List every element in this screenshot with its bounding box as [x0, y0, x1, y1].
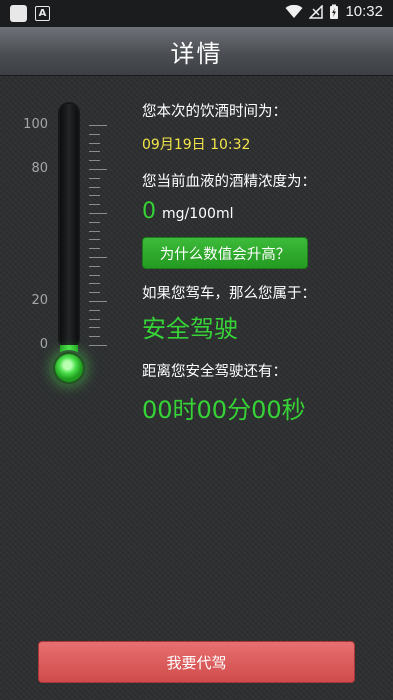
scale-tick — [89, 248, 100, 250]
scale-tick — [89, 274, 100, 276]
battery-charging-icon — [330, 4, 339, 19]
drink-time-value: 09月19日 10:32 — [142, 137, 251, 153]
scale-tick — [89, 133, 100, 135]
scale-tick — [89, 195, 100, 197]
scale-tick — [89, 186, 100, 188]
drink-time-label: 您本次的饮酒时间为： — [142, 104, 287, 120]
keyboard-notification-icon: A — [35, 6, 50, 21]
scale-tick — [89, 327, 100, 329]
wifi-icon — [285, 4, 303, 18]
why-increase-button[interactable]: 为什么数值会升高？ — [142, 237, 308, 269]
scale-tick — [89, 309, 100, 311]
title-bar: 详情 — [0, 27, 393, 76]
scale-tick — [89, 177, 100, 179]
scale-tick — [89, 160, 100, 162]
alcohol-thermometer: 100 80 20 0 — [0, 95, 130, 395]
page-title: 详情 — [170, 39, 223, 68]
driving-status: 安全驾驶 — [142, 315, 238, 343]
scale-tick — [89, 125, 107, 126]
scale-tick — [89, 151, 100, 153]
thermometer-bulb — [55, 354, 83, 382]
scale-tick — [89, 221, 100, 223]
scale-label-0: 0 — [39, 337, 48, 352]
scale-tick — [89, 318, 100, 320]
concentration-unit: mg/100ml — [162, 206, 234, 222]
designated-driver-button[interactable]: 我要代驾 — [38, 641, 355, 683]
scale-tick — [89, 230, 100, 232]
scale-tick — [89, 301, 107, 302]
status-bar: A 10:32 — [0, 0, 393, 27]
concentration-label: 您当前血液的酒精浓度为： — [142, 174, 316, 190]
scale-label-20: 20 — [31, 293, 48, 308]
countdown-value: 00时00分00秒 — [142, 396, 306, 424]
concentration-row: 0 mg/100ml — [142, 199, 234, 224]
scale-tick — [89, 336, 100, 338]
status-time: 10:32 — [345, 3, 383, 20]
scale-tick — [89, 265, 100, 267]
scale-tick — [89, 345, 107, 346]
scale-tick — [89, 204, 100, 206]
scale-tick — [89, 239, 100, 241]
scale-tick — [89, 142, 100, 144]
scale-tick — [89, 213, 107, 214]
scale-tick — [89, 292, 100, 294]
countdown-label: 距离您安全驾驶还有： — [142, 364, 287, 380]
scale-label-100: 100 — [23, 117, 48, 132]
scale-label-80: 80 — [31, 161, 48, 176]
app-notification-icon — [10, 5, 27, 22]
concentration-value: 0 — [142, 199, 156, 224]
if-drive-label: 如果您驾车，那么您属于： — [142, 286, 316, 302]
signal-icon — [309, 4, 324, 19]
thermometer-tube — [58, 102, 80, 350]
scale-tick — [89, 257, 107, 258]
scale-tick — [89, 169, 107, 170]
scale-tick — [89, 283, 100, 285]
